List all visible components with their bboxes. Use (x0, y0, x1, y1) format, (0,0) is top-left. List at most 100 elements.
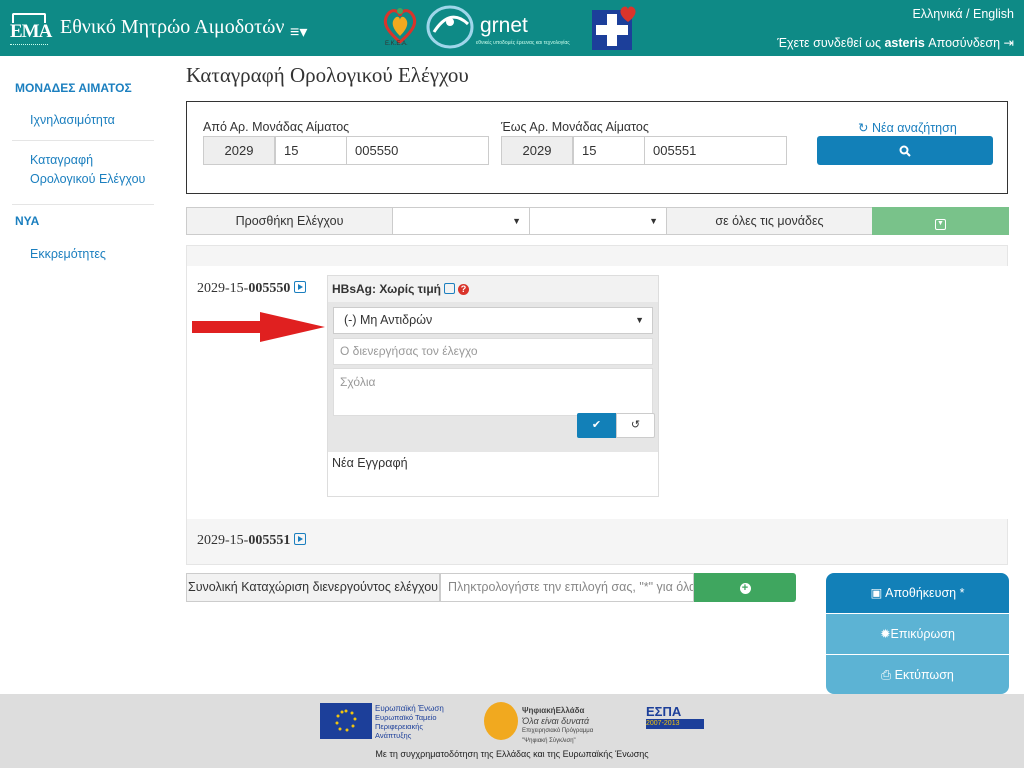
sidebar-item-traceability[interactable]: Ιχνηλασιμότητα (30, 111, 115, 130)
test-card-form: (-) Μη Αντιδρών ▼ Ο διενεργήσας τον έλεγ… (328, 302, 658, 452)
result-unit-id[interactable]: 2029-15-005551 (197, 532, 307, 549)
user-status: Έχετε συνδεθεί ως asteris Αποσύνδεση ⇥ (777, 35, 1014, 50)
sidebar-item-label-line2: Ορολογικού Ελέγχου (30, 172, 146, 186)
result-value-select[interactable]: (-) Μη Αντιδρών ▼ (333, 307, 653, 334)
expand-play-icon[interactable] (294, 533, 307, 545)
sidebar-item-pending[interactable]: Εκκρεμότητες (30, 245, 106, 264)
unit-number: 005550 (248, 281, 291, 296)
undo-button[interactable]: ↺ (616, 413, 655, 438)
sidebar-item-label-line1: Καταγραφή (30, 153, 94, 167)
unit-prefix: 2029-15- (197, 281, 249, 296)
eu-flag-icon (320, 703, 372, 739)
sidebar-section-nya: ΝΥΑ (15, 214, 40, 228)
test-card-header: HBsAg: Χωρίς τιμή? (328, 276, 658, 302)
caret-down-icon: ▼ (635, 315, 644, 325)
red-arrow-annotation (192, 312, 325, 342)
logged-in-label: Έχετε συνδεθεί ως (777, 36, 881, 50)
digital-greece-text: ΨηφιακήΕλλάδα Όλα είναι δυνατά Επιχειρησ… (522, 706, 593, 746)
to-center-field[interactable]: 15 (573, 136, 645, 165)
refresh-icon: ↻ (858, 121, 869, 135)
new-entry-link[interactable]: Νέα Εγγραφή (332, 456, 408, 470)
digital-line1: Επιχειρησιακό Πρόγραμμα (522, 728, 594, 734)
grnet-logo: grnet εθνικές υποδομές έρευνας και τεχνο… (424, 2, 584, 52)
bulk-entry-label: Συνολική Καταχώριση διενεργούντος ελέγχο… (186, 573, 440, 602)
verify-label: Επικύρωση (890, 627, 955, 641)
test-card: HBsAg: Χωρίς τιμή? (-) Μη Αντιδρών ▼ Ο δ… (327, 275, 659, 497)
bulk-add-button[interactable]: + (694, 573, 796, 602)
sidebar-divider (12, 140, 154, 141)
download-box-icon: ▼ (935, 219, 946, 230)
result-unit-id[interactable]: 2029-15-005550 (197, 280, 307, 297)
comments-textarea[interactable]: Σχόλια (333, 368, 653, 416)
sidebar-section-blood-units: ΜΟΝΑΔΕΣ ΑΙΜΑΤΟΣ (15, 81, 132, 95)
new-search-label: Νέα αναζήτηση (871, 121, 957, 135)
eu-stars-icon (335, 709, 357, 732)
test-type-select[interactable]: ▼ (392, 207, 530, 235)
print-icon: ⎙ (881, 668, 892, 682)
top-navbar: EMA Εθνικό Μητρώο Αιμοδοτών ≡▾ Ε.Κ.Ε.Α. … (0, 0, 1024, 56)
test-card-title: HBsAg: Χωρίς τιμή (332, 282, 442, 296)
app-title[interactable]: Εθνικό Μητρώο Αιμοδοτών (60, 16, 284, 39)
digital-greece-logo-icon (484, 702, 518, 740)
logo-subtext (10, 44, 48, 47)
medical-cross-heart-icon (592, 6, 636, 50)
language-switch[interactable]: Ελληνικά / English (912, 7, 1014, 21)
eu-line2: Περιφερειακής (375, 722, 424, 731)
page-title: Καταγραφή Ορολογικού Ελέγχου (186, 63, 469, 87)
search-icon (899, 145, 911, 157)
from-number-field[interactable]: 005550 (346, 136, 489, 165)
new-search-link[interactable]: ↻ Νέα αναζήτηση (858, 120, 957, 135)
menu-toggle-icon[interactable]: ≡▾ (290, 22, 307, 42)
plus-circle-icon: + (739, 583, 751, 594)
expand-play-icon[interactable] (294, 281, 307, 293)
to-number-field[interactable]: 005551 (644, 136, 787, 165)
result-value-text: (-) Μη Αντιδρών (344, 313, 433, 327)
save-button[interactable]: ▣ Αποθήκευση * (826, 573, 1009, 613)
espa-text: ΕΣΠΑ (646, 704, 682, 719)
gear-icon: ✹ (880, 627, 891, 641)
espa-logo: ΕΣΠΑ 2007-2013 (646, 704, 704, 736)
unit-number: 005551 (248, 533, 291, 548)
test-value-select[interactable]: ▼ (529, 207, 667, 235)
undo-icon: ↺ (630, 419, 641, 431)
sidebar-divider (12, 204, 154, 205)
verify-button[interactable]: ✹Επικύρωση (826, 614, 1009, 654)
caret-down-icon: ▼ (649, 216, 658, 226)
username: asteris (884, 36, 925, 50)
print-label: Εκτύπωση (894, 668, 954, 682)
eu-line1: Ευρωπαϊκό Ταμείο (375, 713, 437, 722)
apply-all-button[interactable]: ▼ (872, 207, 1009, 235)
all-units-label: σε όλες τις μονάδες (666, 207, 873, 235)
ekea-text: Ε.Κ.Ε.Α. (385, 41, 408, 47)
print-button[interactable]: ⎙ Εκτύπωση (826, 655, 1009, 694)
grnet-text: grnet (480, 14, 528, 37)
results-panel: 2029-15-005550 HBsAg: Χωρίς τιμή? (-) Μη… (186, 245, 1009, 565)
medical-logo (592, 4, 640, 52)
add-test-label: Προσθήκη Ελέγχου (186, 207, 393, 235)
eu-title: Ευρωπαϊκή Ένωση (375, 704, 444, 713)
logout-link[interactable]: Αποσύνδεση (928, 36, 1000, 50)
sidebar: ΜΟΝΑΔΕΣ ΑΙΜΑΤΟΣ Ιχνηλασιμότητα Καταγραφή… (0, 56, 170, 694)
sidebar-item-serology-record[interactable]: Καταγραφή Ορολογικού Ελέγχου (30, 151, 145, 189)
grnet-swirl-icon (426, 5, 474, 49)
from-unit-label: Από Αρ. Μονάδας Αίματος (203, 120, 350, 134)
eu-text: Ευρωπαϊκή Ένωση Ευρωπαϊκό Ταμείο Περιφερ… (375, 704, 444, 740)
search-button[interactable] (817, 136, 993, 165)
espa-years: 2007-2013 (646, 719, 704, 729)
unit-prefix: 2029-15- (197, 533, 249, 548)
from-year-field[interactable]: 2029 (203, 136, 275, 165)
logo-text: EMA (10, 21, 52, 42)
performer-input[interactable]: Ο διενεργήσας τον έλεγχο (333, 338, 653, 365)
to-year-field[interactable]: 2029 (501, 136, 573, 165)
help-icon[interactable]: ? (458, 284, 470, 295)
ema-logo[interactable]: EMA (10, 13, 52, 47)
from-center-field[interactable]: 15 (275, 136, 347, 165)
confirm-button[interactable]: ✔ (577, 413, 616, 438)
floppy-icon: ▣ (870, 586, 883, 600)
eu-line3: Ανάπτυξης (375, 731, 412, 740)
logout-icon[interactable]: ⇥ (1004, 36, 1014, 50)
bulk-performer-input[interactable]: Πληκτρολογήστε την επιλογή σας, "*" για … (440, 573, 694, 602)
funding-text: Με τη συγχρηματοδότηση της Ελλάδας και τ… (375, 749, 649, 759)
ekea-logo: Ε.Κ.Ε.Α. (378, 2, 422, 52)
edit-icon[interactable] (444, 283, 456, 294)
